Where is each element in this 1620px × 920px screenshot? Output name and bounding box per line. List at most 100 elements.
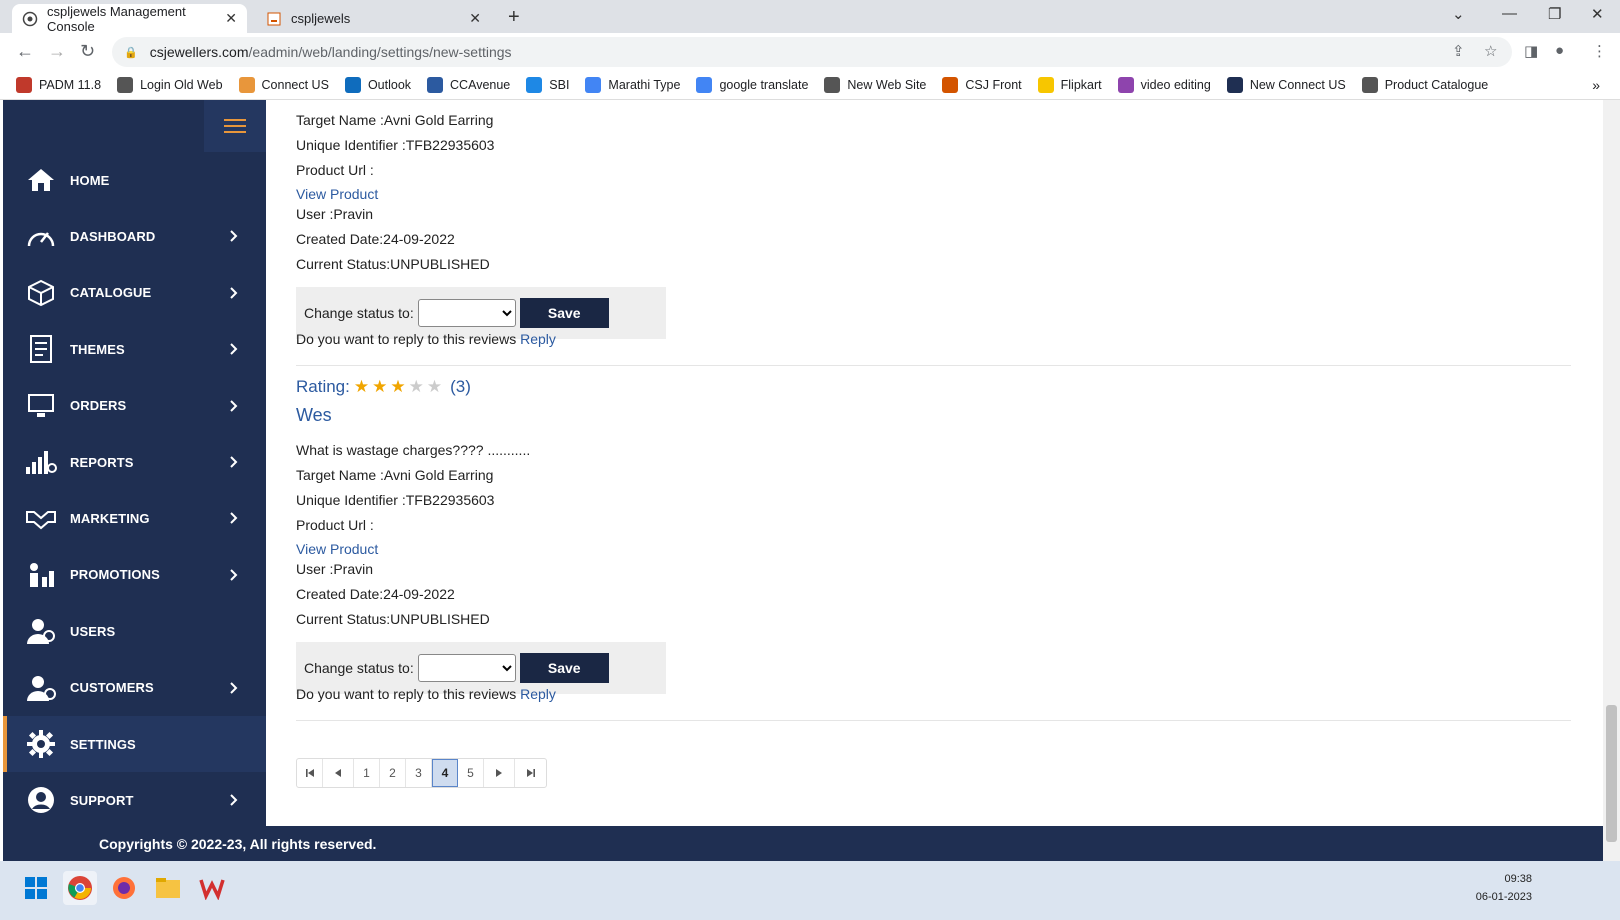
bookmark-item[interactable]: New Web Site — [824, 77, 926, 93]
bookmark-star-icon[interactable]: ☆ — [1484, 42, 1497, 60]
firefox-icon[interactable] — [107, 871, 141, 905]
globe-icon — [22, 11, 38, 27]
bookmark-item[interactable]: Login Old Web — [117, 77, 223, 93]
rating-row: Rating: ★ ★ ★ ★ ★ (3) — [296, 377, 471, 397]
new-tab-icon[interactable]: + — [508, 6, 520, 29]
page-5[interactable]: 5 — [458, 759, 484, 787]
url-input[interactable]: 🔒 csjewellers.com /eadmin/web/landing/se… — [112, 37, 1512, 67]
hamburger-menu-icon[interactable] — [204, 100, 266, 152]
bookmarks-overflow-icon[interactable]: » — [1592, 77, 1600, 93]
sidebar-item-marketing[interactable]: MARKETING — [3, 490, 266, 546]
previous-page-icon[interactable] — [323, 759, 354, 787]
bookmark-favicon-icon — [585, 77, 602, 93]
menu-dots-icon[interactable]: ⋮ — [1592, 42, 1607, 60]
sidebar-item-orders[interactable]: ORDERS — [3, 378, 266, 434]
sidebar-item-settings[interactable]: SETTINGS — [3, 715, 266, 773]
monitor-icon — [25, 390, 57, 422]
bookmark-favicon-icon — [1361, 77, 1378, 93]
sidebar-item-themes[interactable]: THEMES — [3, 321, 266, 377]
sidebar-item-users[interactable]: USERS — [3, 603, 266, 659]
bookmark-item[interactable]: Outlook — [344, 77, 411, 93]
profile-icon[interactable]: ● — [1555, 42, 1564, 59]
share-icon[interactable]: ⇪ — [1452, 42, 1465, 60]
minimize-icon[interactable]: — — [1502, 5, 1517, 22]
reply-link[interactable]: Reply — [520, 331, 556, 347]
chevron-right-icon — [230, 229, 238, 245]
sidebar-item-label: DASHBOARD — [70, 229, 156, 245]
first-page-icon[interactable] — [297, 759, 323, 787]
bookmark-label: Marathi Type — [608, 78, 681, 92]
sidebar-item-catalogue[interactable]: CATALOGUE — [3, 265, 266, 321]
bookmark-item[interactable]: Product Catalogue — [1361, 77, 1488, 93]
clock-date: 06-01-2023 — [1475, 891, 1532, 903]
forward-icon[interactable]: → — [48, 41, 66, 62]
reviewer-name: Wes — [296, 405, 332, 425]
file-explorer-icon[interactable] — [151, 871, 185, 905]
reply-prompt-text: Do you want to reply to this reviews — [296, 686, 517, 702]
bookmark-item[interactable]: PADM 11.8 — [16, 77, 101, 93]
sidebar-item-promotions[interactable]: PROMOTIONS — [3, 547, 266, 603]
system-clock[interactable]: 09:38 06-01-2023 — [1476, 870, 1532, 906]
bookmark-item[interactable]: New Connect US — [1226, 77, 1346, 93]
sidebar-item-reports[interactable]: REPORTS — [3, 434, 266, 490]
close-tab-icon[interactable]: ✕ — [225, 10, 237, 27]
pagination: 1 2 3 4 5 — [296, 758, 547, 788]
close-window-icon[interactable]: ✕ — [1591, 5, 1604, 23]
save-button[interactable]: Save — [519, 653, 609, 683]
view-product-link[interactable]: View Product — [296, 186, 378, 202]
view-product-link[interactable]: View Product — [296, 541, 378, 557]
chrome-icon[interactable] — [63, 871, 97, 905]
sidebar-item-dashboard[interactable]: DASHBOARD — [3, 208, 266, 264]
sidebar-item-label: THEMES — [70, 341, 125, 357]
next-page-icon[interactable] — [484, 759, 515, 787]
back-icon[interactable]: ← — [16, 41, 34, 62]
reply-link[interactable]: Reply — [520, 686, 556, 702]
created-date: Created Date:24-09-2022 — [296, 586, 455, 602]
reply-prompt: Do you want to reply to this reviews Rep… — [296, 686, 556, 702]
page-4-current[interactable]: 4 — [432, 759, 458, 787]
chevron-right-icon — [230, 511, 238, 527]
support-icon — [25, 784, 57, 816]
bookmark-item[interactable]: Connect US — [238, 77, 329, 93]
reviews-list: Target Name :Avni Gold Earring Unique Id… — [296, 100, 1571, 826]
chevron-right-icon — [230, 681, 238, 697]
bookmark-item[interactable]: Marathi Type — [585, 77, 680, 93]
save-button[interactable]: Save — [519, 298, 609, 328]
tab-search-icon[interactable]: ⌄ — [1452, 5, 1465, 23]
bookmark-item[interactable]: CSJ Front — [942, 77, 1022, 93]
tab-management-console[interactable]: cspljewels Management Console ✕ — [12, 4, 247, 34]
page-2[interactable]: 2 — [380, 759, 406, 787]
scrollbar-thumb[interactable] — [1606, 705, 1617, 842]
wps-office-icon[interactable] — [195, 871, 229, 905]
status-select[interactable] — [417, 654, 516, 682]
sidebar-header — [3, 100, 266, 152]
tab-cspljewels[interactable]: cspljewels ✕ — [256, 4, 491, 33]
bookmark-item[interactable]: CCAvenue — [427, 77, 510, 93]
bookmark-item[interactable]: video editing — [1117, 77, 1211, 93]
sidebar-item-home[interactable]: HOME — [3, 152, 266, 208]
promotion-icon — [25, 559, 57, 591]
bookmark-item[interactable]: google translate — [696, 77, 808, 93]
status-select[interactable] — [417, 299, 516, 327]
close-tab-icon[interactable]: ✕ — [469, 10, 481, 27]
sidebar-item-support[interactable]: SUPPORT — [3, 772, 266, 828]
sidebar-item-customers[interactable]: CUSTOMERS — [3, 660, 266, 716]
bookmark-item[interactable]: Flipkart — [1037, 77, 1102, 93]
page-3[interactable]: 3 — [406, 759, 432, 787]
unique-identifier: Unique Identifier :TFB22935603 — [296, 137, 495, 153]
last-page-icon[interactable] — [515, 759, 546, 787]
side-panel-icon[interactable]: ◨ — [1524, 42, 1538, 60]
bookmark-item[interactable]: SBI — [526, 77, 569, 93]
address-bar: ← → ↻ 🔒 csjewellers.com /eadmin/web/land… — [0, 33, 1620, 71]
reply-prompt-text: Do you want to reply to this reviews — [296, 331, 517, 347]
current-status: Current Status:UNPUBLISHED — [296, 611, 490, 627]
copyright-text: Copyrights © 2022-23, All rights reserve… — [99, 835, 377, 852]
page-1[interactable]: 1 — [354, 759, 380, 787]
windows-start-icon[interactable] — [19, 871, 53, 905]
reload-icon[interactable]: ↻ — [80, 41, 95, 62]
restore-icon[interactable]: ❐ — [1548, 5, 1561, 23]
bookmark-favicon-icon — [238, 77, 255, 93]
change-status-label: Change status to: — [304, 660, 414, 676]
target-name: Target Name :Avni Gold Earring — [296, 112, 494, 128]
bookmark-favicon-icon — [1226, 77, 1243, 93]
